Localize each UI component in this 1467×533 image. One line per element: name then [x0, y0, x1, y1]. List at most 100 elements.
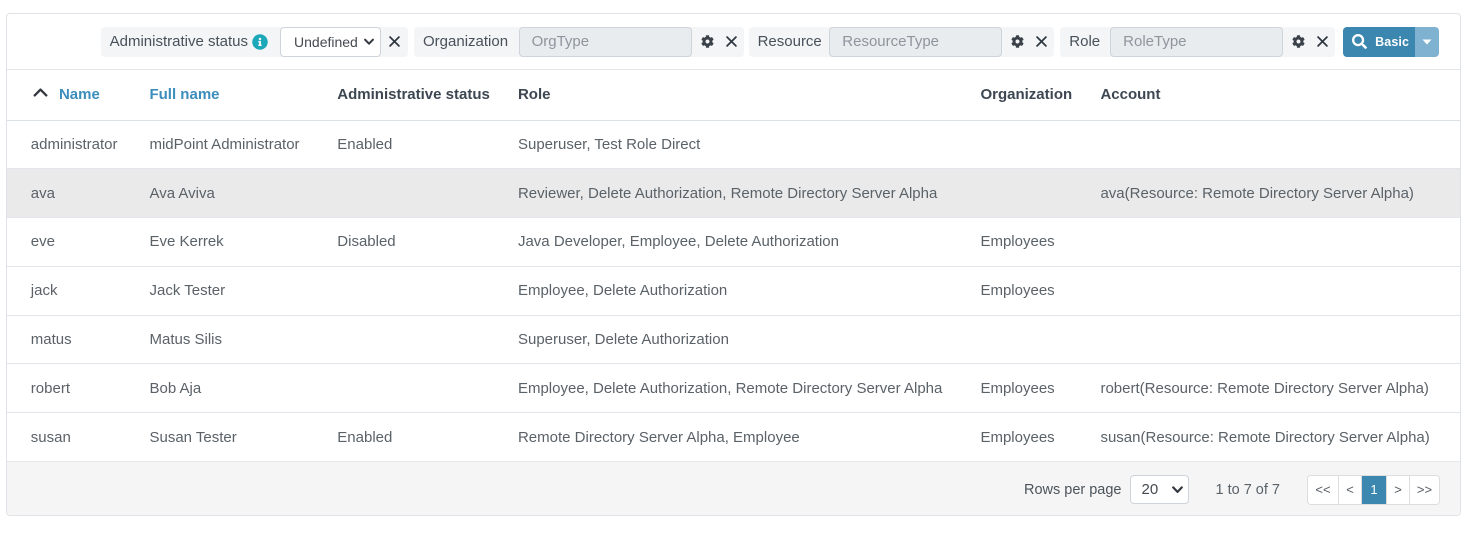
- table-row[interactable]: matusMatus SilisSuperuser, Delete Author…: [7, 315, 1460, 364]
- cell-full-name: Ava Aviva: [126, 169, 314, 218]
- organization-input-placeholder: OrgType: [532, 33, 590, 50]
- rows-per-page-select[interactable]: 20: [1130, 475, 1189, 504]
- filter-organization: Organization OrgType: [414, 27, 744, 57]
- pagination-prev-button[interactable]: <: [1338, 476, 1361, 504]
- cell-role: Superuser, Delete Authorization: [494, 315, 957, 364]
- cell-administrative-status: Disabled: [313, 218, 494, 267]
- clear-role-icon[interactable]: [1317, 36, 1328, 47]
- pagination-next-button[interactable]: >: [1386, 476, 1409, 504]
- search-basic-button-label: Basic: [1375, 35, 1409, 49]
- cell-administrative-status: [313, 266, 494, 315]
- column-header-account: Account: [1077, 70, 1460, 120]
- cell-organization: Employees: [957, 266, 1077, 315]
- sort-ascending-icon[interactable]: [33, 88, 48, 97]
- table-row[interactable]: jackJack Tester Employee, Delete Authoriz…: [7, 266, 1460, 315]
- resource-input-placeholder: ResourceType: [842, 33, 939, 50]
- cell-organization: Employees: [957, 364, 1077, 413]
- cell-account: [1077, 218, 1460, 267]
- cell-name: susan: [7, 413, 126, 462]
- cell-administrative-status: Enabled: [313, 413, 494, 462]
- cell-name: ava: [7, 169, 126, 218]
- cell-organization: Employees: [957, 413, 1077, 462]
- chevron-down-icon: [1172, 486, 1183, 494]
- cell-organization: [957, 315, 1077, 364]
- pagination-first-button[interactable]: <<: [1308, 476, 1338, 504]
- cell-administrative-status: Enabled: [313, 120, 494, 169]
- filter-resource-label: Resource: [758, 33, 822, 50]
- role-settings-gear-icon[interactable]: [1292, 35, 1305, 48]
- cell-account: susan(Resource: Remote Directory Server …: [1077, 413, 1460, 462]
- column-header-name: Name: [7, 70, 126, 120]
- table-row[interactable]: avaAva AvivaReviewer, Delete Authorizati…: [7, 169, 1460, 218]
- chevron-down-icon: [364, 38, 374, 46]
- users-table: Name Full name Administrative status Rol…: [7, 70, 1460, 462]
- search-icon: [1352, 34, 1367, 49]
- cell-name: administrator: [7, 120, 126, 169]
- table-row[interactable]: administratormidPoint AdministratorEnabl…: [7, 120, 1460, 169]
- rows-per-page-value: 20: [1142, 481, 1159, 498]
- filter-resource: Resource ResourceType: [749, 27, 1055, 57]
- cell-full-name: Eve Kerrek: [126, 218, 314, 267]
- cell-organization: Employees: [957, 218, 1077, 267]
- cell-full-name: Jack Tester: [126, 266, 314, 315]
- rows-per-page-label: Rows per page: [1024, 482, 1122, 498]
- cell-full-name: Susan Tester: [126, 413, 314, 462]
- search-split-button: Basic: [1343, 27, 1439, 57]
- admin-status-select[interactable]: Undefined: [280, 27, 381, 57]
- cell-name: robert: [7, 364, 126, 413]
- filter-organization-label: Organization: [423, 33, 508, 50]
- pagination: << < 1 > >>: [1307, 475, 1440, 505]
- table-row[interactable]: susanSusan TesterEnabledRemote Directory…: [7, 413, 1460, 462]
- filter-admin-status: Administrative status Undefined: [101, 27, 408, 57]
- filter-role: Role RoleType: [1060, 27, 1335, 57]
- cell-account: [1077, 266, 1460, 315]
- pagination-last-button[interactable]: >>: [1409, 476, 1439, 504]
- cell-name: eve: [7, 218, 126, 267]
- cell-name: jack: [7, 266, 126, 315]
- cell-role: Employee, Delete Authorization, Remote D…: [494, 364, 957, 413]
- filter-role-label: Role: [1069, 33, 1100, 50]
- cell-full-name: Matus Silis: [126, 315, 314, 364]
- cell-full-name: Bob Aja: [126, 364, 314, 413]
- cell-role: Remote Directory Server Alpha, Employee: [494, 413, 957, 462]
- filter-admin-status-label: Administrative status: [110, 33, 248, 50]
- users-table-panel: Administrative status Undefined Organiza…: [6, 13, 1461, 516]
- cell-administrative-status: [313, 364, 494, 413]
- table-header-row: Name Full name Administrative status Rol…: [7, 70, 1460, 120]
- organization-settings-gear-icon[interactable]: [701, 35, 714, 48]
- clear-organization-icon[interactable]: [726, 36, 737, 47]
- cell-account: ava(Resource: Remote Directory Server Al…: [1077, 169, 1460, 218]
- table-footer: Rows per page 20 1 to 7 of 7 << < 1 > >>: [7, 461, 1460, 515]
- search-basic-button[interactable]: Basic: [1343, 27, 1415, 57]
- column-header-full-name: Full name: [126, 70, 314, 120]
- column-header-administrative-status: Administrative status: [313, 70, 494, 120]
- admin-status-select-value: Undefined: [294, 34, 358, 50]
- cell-account: [1077, 120, 1460, 169]
- table-row[interactable]: robertBob Aja Employee, Delete Authorizat…: [7, 364, 1460, 413]
- cell-administrative-status: [313, 169, 494, 218]
- column-header-full-name-link[interactable]: Full name: [149, 86, 219, 103]
- cell-organization: [957, 120, 1077, 169]
- role-input-placeholder: RoleType: [1123, 33, 1186, 50]
- column-header-name-link[interactable]: Name: [59, 86, 100, 103]
- organization-input[interactable]: OrgType: [519, 27, 692, 57]
- clear-admin-status-icon[interactable]: [389, 36, 400, 47]
- resource-settings-gear-icon[interactable]: [1011, 35, 1024, 48]
- search-filter-bar: Administrative status Undefined Organiza…: [7, 14, 1460, 70]
- resource-input[interactable]: ResourceType: [829, 27, 1002, 57]
- cell-organization: [957, 169, 1077, 218]
- cell-role: Employee, Delete Authorization: [494, 266, 957, 315]
- cell-account: robert(Resource: Remote Directory Server…: [1077, 364, 1460, 413]
- caret-down-icon: [1422, 39, 1432, 45]
- column-header-organization: Organization: [957, 70, 1077, 120]
- cell-administrative-status: [313, 315, 494, 364]
- table-row[interactable]: eveEve KerrekDisabledJava Developer, Emp…: [7, 218, 1460, 267]
- search-mode-dropdown-button[interactable]: [1415, 27, 1439, 57]
- cell-account: [1077, 315, 1460, 364]
- info-circle-icon[interactable]: [252, 34, 268, 50]
- pagination-page-1-button[interactable]: 1: [1361, 476, 1386, 504]
- role-input[interactable]: RoleType: [1110, 27, 1283, 57]
- pagination-count-label: 1 to 7 of 7: [1216, 482, 1281, 498]
- column-header-role: Role: [494, 70, 957, 120]
- clear-resource-icon[interactable]: [1036, 36, 1047, 47]
